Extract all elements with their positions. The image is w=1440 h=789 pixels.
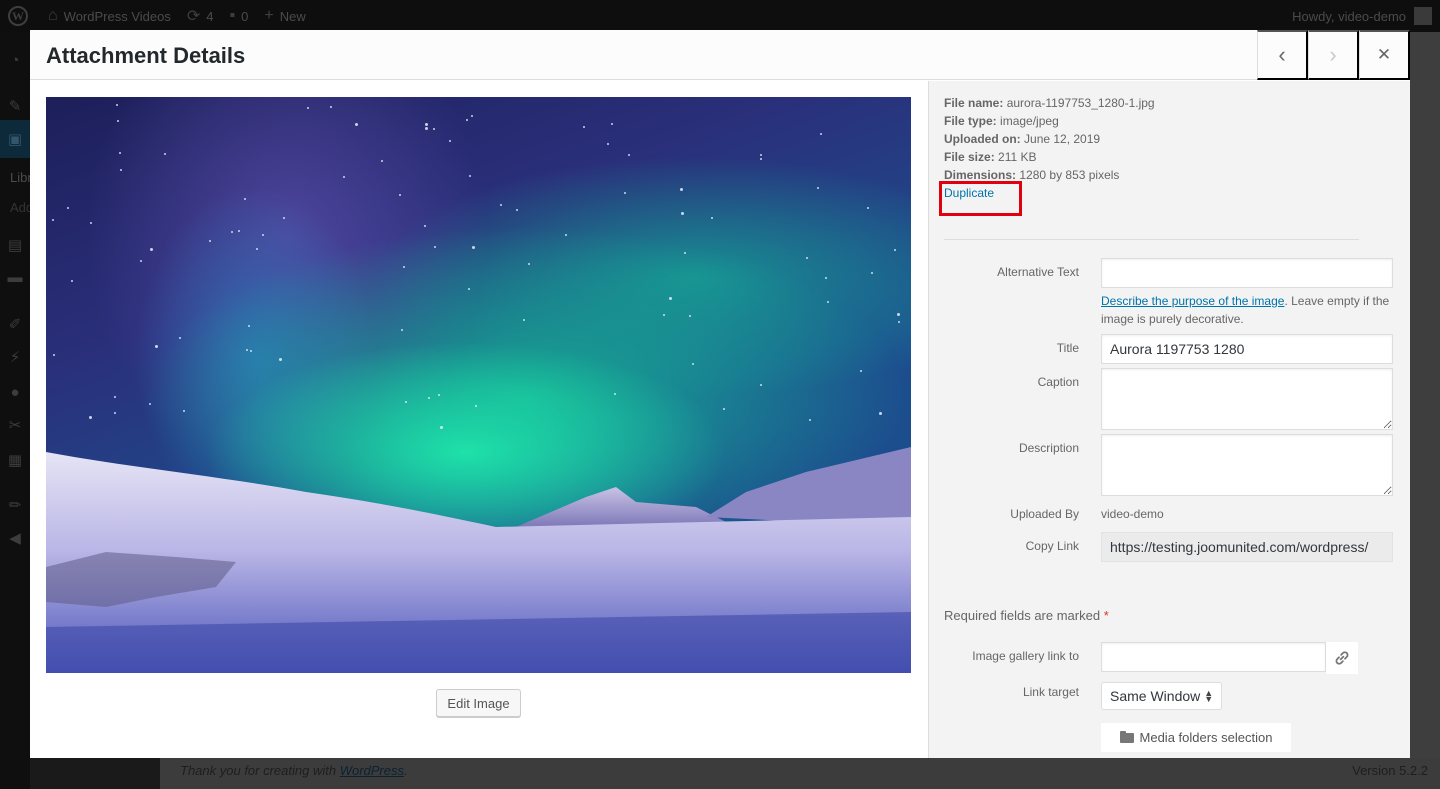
home-icon: ⌂ [48,7,58,24]
pages-icon[interactable]: ▤ [0,233,30,257]
plugins-icon[interactable]: ⚡ [0,345,30,369]
updates-link[interactable]: ⟳ 4 [179,0,222,32]
attachment-image [46,97,911,673]
insert-link-button[interactable] [1326,642,1358,674]
modal-title: Attachment Details [46,43,246,68]
submenu-add-new[interactable]: Add New [10,200,30,215]
edit-pencil-icon[interactable]: ✏ [0,493,30,517]
previous-attachment-button[interactable]: ‹ [1257,30,1308,80]
chevron-left-icon: ‹ [1278,42,1286,67]
plus-icon: + [264,7,274,24]
media-folders-selection-button[interactable]: Media folders selection [1101,723,1291,752]
close-icon: ✕ [1376,45,1392,64]
copy-link-label: Copy Link [1025,539,1079,553]
comment-icon: ▪ [229,7,236,24]
description-textarea[interactable] [1101,434,1393,496]
next-attachment-button[interactable]: › [1308,30,1359,80]
uploaded-by-label: Uploaded By [1010,507,1079,521]
file-type-row: File type: image/jpeg [944,114,1059,128]
attachment-details-modal: Attachment Details ‹ › ✕ Edit Image File… [30,30,1410,758]
tools-wrench-icon[interactable]: ✂ [0,413,30,437]
image-snow-landscape [46,447,911,673]
site-name-link[interactable]: ⌂ WordPress Videos [40,0,179,32]
caption-textarea[interactable] [1101,368,1393,430]
close-modal-button[interactable]: ✕ [1359,30,1410,80]
describe-purpose-link[interactable]: Describe the purpose of the image [1101,294,1284,308]
avatar [1414,7,1432,25]
caption-label: Caption [1037,375,1079,389]
gallery-link-input[interactable] [1101,642,1326,672]
alt-text-input[interactable] [1101,258,1393,288]
comments-link[interactable]: ▪ 0 [222,0,257,32]
admin-bar: W ⌂ WordPress Videos ⟳ 4 ▪ 0 + New Howdy… [0,0,1440,32]
media-icon[interactable]: ▣ [0,120,30,158]
uploaded-on-row: Uploaded on: June 12, 2019 [944,132,1101,146]
alt-text-help: Describe the purpose of the image. Leave… [1101,294,1390,326]
dimensions-value: 1280 by 853 pixels [1019,168,1120,182]
title-input[interactable] [1101,334,1393,364]
appearance-brush-icon[interactable]: ✐ [0,312,30,336]
link-icon [1335,651,1349,665]
file-name-row: File name: aurora-1197753_1280-1.jpg [944,96,1155,110]
uploaded-by-value: video-demo [1101,507,1164,521]
copy-link-input[interactable] [1101,532,1393,562]
select-arrows-icon: ▲ ▼ [1204,688,1214,704]
file-size-row: File size: 211 KB [944,150,1037,164]
admin-side-menu: ◔ ✎ ▣ Library Add New ▤ ▬ ✐ ⚡ ● ✂ ▦ ✏ ◀ [0,32,30,789]
page-background-right [1410,32,1440,789]
dashboard-icon[interactable]: ◔ [0,48,30,72]
admin-footer: Thank you for creating with WordPress. V… [160,758,1440,789]
uploaded-on-value: June 12, 2019 [1024,132,1101,146]
wordpress-link[interactable]: WordPress [340,763,404,778]
title-label: Title [1056,341,1079,355]
file-size-value: 211 KB [998,150,1037,164]
description-label: Description [1018,441,1079,455]
file-type-value: image/jpeg [1000,114,1059,128]
new-content-link[interactable]: + New [256,0,313,32]
wordpress-logo-icon[interactable]: W [8,6,28,26]
posts-pin-icon[interactable]: ✎ [0,94,30,118]
submenu-library[interactable]: Library [10,170,30,185]
chevron-right-icon: › [1329,42,1337,67]
section-divider [944,239,1359,240]
footer-version: Version 5.2.2 [1352,763,1428,778]
users-icon[interactable]: ● [0,380,30,404]
link-target-select[interactable]: Same Window ▲ ▼ [1101,682,1223,710]
folder-icon [1119,730,1134,743]
comments-icon[interactable]: ▬ [0,265,30,289]
file-name-value: aurora-1197753_1280-1.jpg [1006,96,1155,110]
edit-image-button[interactable]: Edit Image [436,689,521,717]
gallery-link-label: Image gallery link to [972,649,1079,663]
required-fields-note: Required fields are marked * [944,608,1109,623]
account-menu[interactable]: Howdy, video-demo [1292,0,1432,32]
updates-icon: ⟳ [186,8,201,25]
attachment-preview: Edit Image [30,81,928,758]
collapse-menu-icon[interactable]: ◀ [0,526,30,550]
highlight-annotation-box [939,181,1022,216]
attachment-info-sidebar: File name: aurora-1197753_1280-1.jpg Fil… [928,81,1410,758]
footer-thanks: Thank you for creating with WordPress. [180,763,408,778]
link-target-label: Link target [1022,685,1079,699]
settings-icon[interactable]: ▦ [0,448,30,472]
modal-header: Attachment Details ‹ › ✕ [30,30,1410,80]
required-star: * [1103,608,1109,623]
alt-text-label: Alternative Text [997,265,1079,279]
